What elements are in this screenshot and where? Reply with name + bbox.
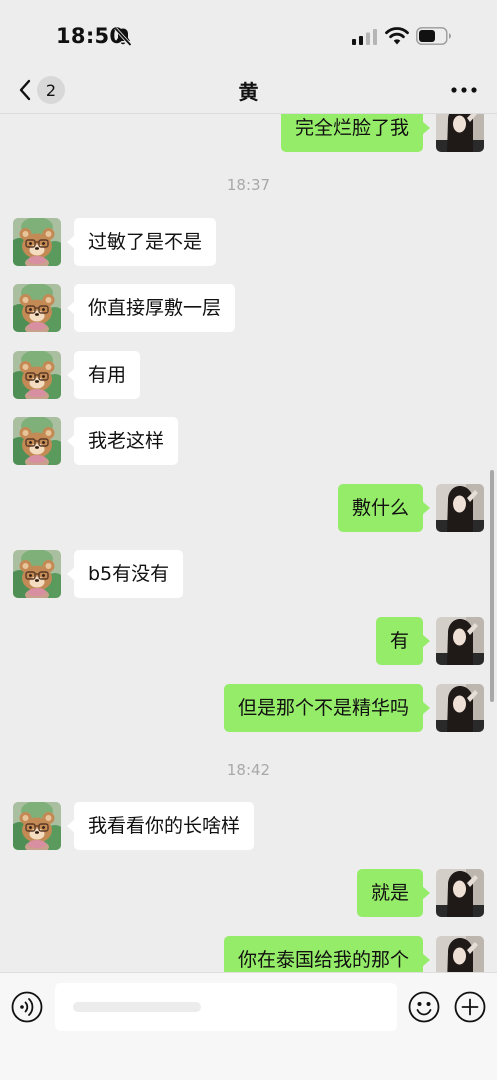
- my-avatar[interactable]: [436, 869, 484, 917]
- incoming-message: 你直接厚敷一层: [0, 284, 497, 332]
- time-divider: 18:37: [226, 176, 271, 194]
- message-bubble[interactable]: 你在泰国给我的那个: [223, 936, 431, 972]
- contact-avatar[interactable]: [13, 417, 61, 465]
- my-avatar[interactable]: [436, 484, 484, 532]
- emoji-icon[interactable]: [408, 991, 440, 1023]
- input-bar: [0, 972, 497, 1080]
- message-bubble[interactable]: 但是那个不是精华吗: [223, 684, 431, 732]
- contact-avatar[interactable]: [13, 802, 61, 850]
- incoming-message: 我看看你的长啥样: [0, 802, 497, 850]
- my-avatar[interactable]: [436, 114, 484, 152]
- contact-avatar[interactable]: [13, 351, 61, 399]
- message-bubble[interactable]: 有: [375, 617, 431, 665]
- message-bubble[interactable]: 就是: [356, 869, 431, 917]
- my-avatar[interactable]: [436, 684, 484, 732]
- contact-avatar[interactable]: [13, 218, 61, 266]
- message-bubble[interactable]: 我看看你的长啥样: [66, 802, 255, 850]
- chat-messages[interactable]: 完全烂脸了我 18:37 过敏了是不是 你直接厚敷一层 有用 我老这样 敷什么 …: [0, 114, 497, 972]
- outgoing-message: 就是: [0, 869, 497, 917]
- battery-icon: [416, 27, 451, 45]
- input-draft: [73, 1002, 201, 1012]
- time-divider: 18:42: [226, 761, 271, 779]
- incoming-message: b5有没有: [0, 550, 497, 598]
- incoming-message: 有用: [0, 351, 497, 399]
- message-bubble[interactable]: 你直接厚敷一层: [66, 284, 236, 332]
- plus-icon[interactable]: [454, 991, 486, 1023]
- my-avatar[interactable]: [436, 936, 484, 972]
- voice-icon[interactable]: [11, 991, 43, 1023]
- outgoing-message: 但是那个不是精华吗: [0, 684, 497, 732]
- message-bubble[interactable]: b5有没有: [66, 550, 184, 598]
- chat-title: 黄: [238, 80, 259, 104]
- message-bubble[interactable]: 有用: [66, 351, 141, 399]
- outgoing-message: 完全烂脸了我: [0, 114, 497, 152]
- outgoing-message: 敷什么: [0, 484, 497, 532]
- message-bubble[interactable]: 过敏了是不是: [66, 218, 217, 266]
- scrollbar[interactable]: [490, 470, 494, 702]
- contact-avatar[interactable]: [13, 284, 61, 332]
- incoming-message: 我老这样: [0, 417, 497, 465]
- message-input[interactable]: [55, 983, 397, 1031]
- outgoing-message: 有: [0, 617, 497, 665]
- my-avatar[interactable]: [436, 617, 484, 665]
- signal-icon: [352, 29, 377, 45]
- wifi-icon: [385, 27, 409, 45]
- status-bar: 18:50: [0, 0, 497, 66]
- message-bubble[interactable]: 敷什么: [337, 484, 431, 532]
- outgoing-message: 你在泰国给我的那个: [0, 936, 497, 972]
- contact-avatar[interactable]: [13, 550, 61, 598]
- message-bubble[interactable]: 我老这样: [66, 417, 179, 465]
- message-bubble[interactable]: 完全烂脸了我: [280, 114, 431, 152]
- incoming-message: 过敏了是不是: [0, 218, 497, 266]
- more-icon[interactable]: [448, 78, 480, 102]
- chat-header: 2 黄: [0, 66, 497, 114]
- bell-slash-icon: [114, 27, 132, 47]
